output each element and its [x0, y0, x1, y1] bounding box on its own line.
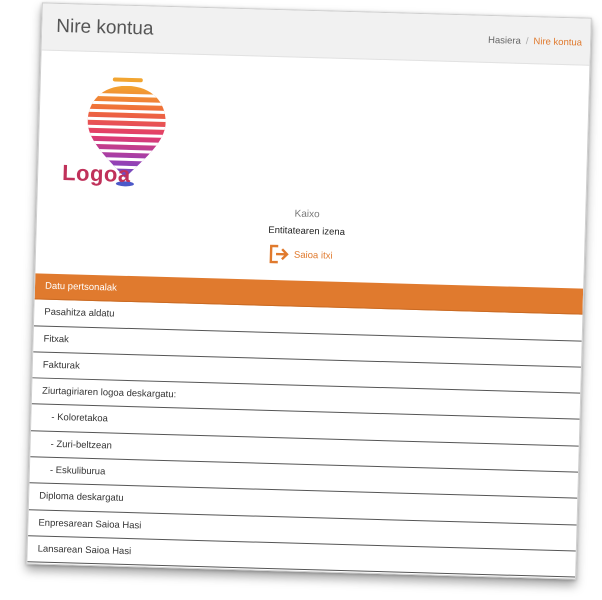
page-title: Nire kontua	[55, 15, 154, 40]
logout-label: Saioa itxi	[293, 249, 333, 262]
entity-name: Entitatearen izena	[268, 224, 346, 238]
account-menu: Datu pertsonalak Pasahitza aldatu Fitxak…	[27, 273, 584, 578]
greeting-text: Kaixo	[294, 208, 320, 221]
page-sheet: Nire kontua Hasiera / Nire kontua Logoa …	[26, 2, 592, 580]
logo-text: Logoa	[61, 160, 132, 187]
logout-icon	[269, 244, 289, 264]
breadcrumb-home-link[interactable]: Hasiera	[488, 35, 521, 47]
breadcrumb-separator: /	[525, 35, 529, 48]
page-header: Nire kontua Hasiera / Nire kontua	[41, 3, 591, 66]
breadcrumb-current: Nire kontua	[533, 36, 583, 49]
logout-button[interactable]: Saioa itxi	[268, 242, 333, 268]
breadcrumb: Hasiera / Nire kontua	[488, 35, 582, 49]
